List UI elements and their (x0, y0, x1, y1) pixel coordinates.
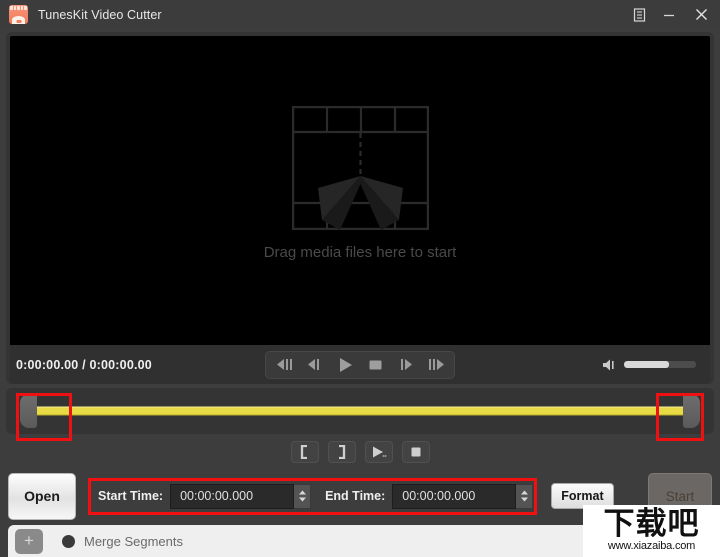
play-icon[interactable] (330, 354, 360, 376)
time-fields-group: Start Time: 00:00:00.000 End Time: 00:00… (88, 477, 538, 515)
time-display: 0:00:00.00 / 0:00:00.00 (16, 357, 152, 372)
drop-zone[interactable]: Drag media files here to start (263, 105, 457, 261)
video-preview-area[interactable]: Drag media files here to start (10, 36, 710, 345)
watermark-logo: 下载吧 (603, 505, 700, 542)
timeline-track[interactable] (20, 406, 700, 416)
step-back-icon[interactable] (300, 354, 330, 376)
skip-forward-frames-icon[interactable] (420, 354, 450, 376)
playback-controls (265, 350, 455, 379)
start-time-input[interactable]: 00:00:00.000 (170, 483, 295, 509)
end-time-label: End Time: (325, 489, 386, 503)
skip-back-frames-icon[interactable] (270, 354, 300, 376)
volume-fill (624, 361, 669, 368)
title-bar: TunesKit Video Cutter (0, 0, 720, 29)
merge-segments-checkbox[interactable] (62, 534, 75, 548)
segment-tools (0, 437, 720, 467)
trim-end-handle[interactable] (683, 394, 700, 428)
start-time-label: Start Time: (98, 489, 164, 503)
timeline-panel[interactable] (6, 388, 714, 441)
stop-preview-button[interactable] (401, 441, 430, 463)
minimize-icon[interactable] (654, 0, 684, 29)
watermark: 下载吧 www.xiazaiba.com (583, 505, 720, 557)
close-icon[interactable] (684, 0, 718, 29)
app-icon-slot (16, 20, 21, 23)
volume-icon[interactable] (601, 358, 618, 372)
filmstrip-perforations-icon (10, 6, 27, 10)
add-segment-button[interactable]: + (15, 528, 43, 554)
app-icon (9, 5, 28, 24)
merge-segments-label: Merge Segments (84, 533, 183, 549)
window-controls (624, 0, 718, 29)
app-window: TunesKit Video Cutter Drag media files h… (0, 0, 720, 557)
stop-icon[interactable] (360, 354, 390, 376)
end-time-input[interactable]: 00:00:00.000 (392, 483, 517, 509)
film-frame-cut-icon (291, 105, 429, 231)
drop-hint-text: Drag media files here to start (263, 244, 457, 261)
menu-icon[interactable] (624, 0, 654, 29)
set-start-marker-button[interactable] (290, 441, 319, 463)
video-panel: Drag media files here to start 0:00:00.0… (6, 32, 714, 384)
volume-slider[interactable] (624, 361, 696, 368)
window-title: TunesKit Video Cutter (38, 7, 162, 22)
volume-control[interactable] (504, 358, 704, 372)
preview-segment-button[interactable] (364, 441, 393, 463)
start-time-stepper[interactable] (294, 483, 312, 509)
step-forward-icon[interactable] (390, 354, 420, 376)
end-time-stepper[interactable] (516, 483, 534, 509)
open-button[interactable]: Open (8, 472, 76, 520)
trim-start-handle[interactable] (20, 394, 37, 428)
watermark-url: www.xiazaiba.com (607, 540, 696, 553)
transport-bar: 0:00:00.00 / 0:00:00.00 (10, 345, 710, 384)
set-end-marker-button[interactable] (327, 441, 356, 463)
